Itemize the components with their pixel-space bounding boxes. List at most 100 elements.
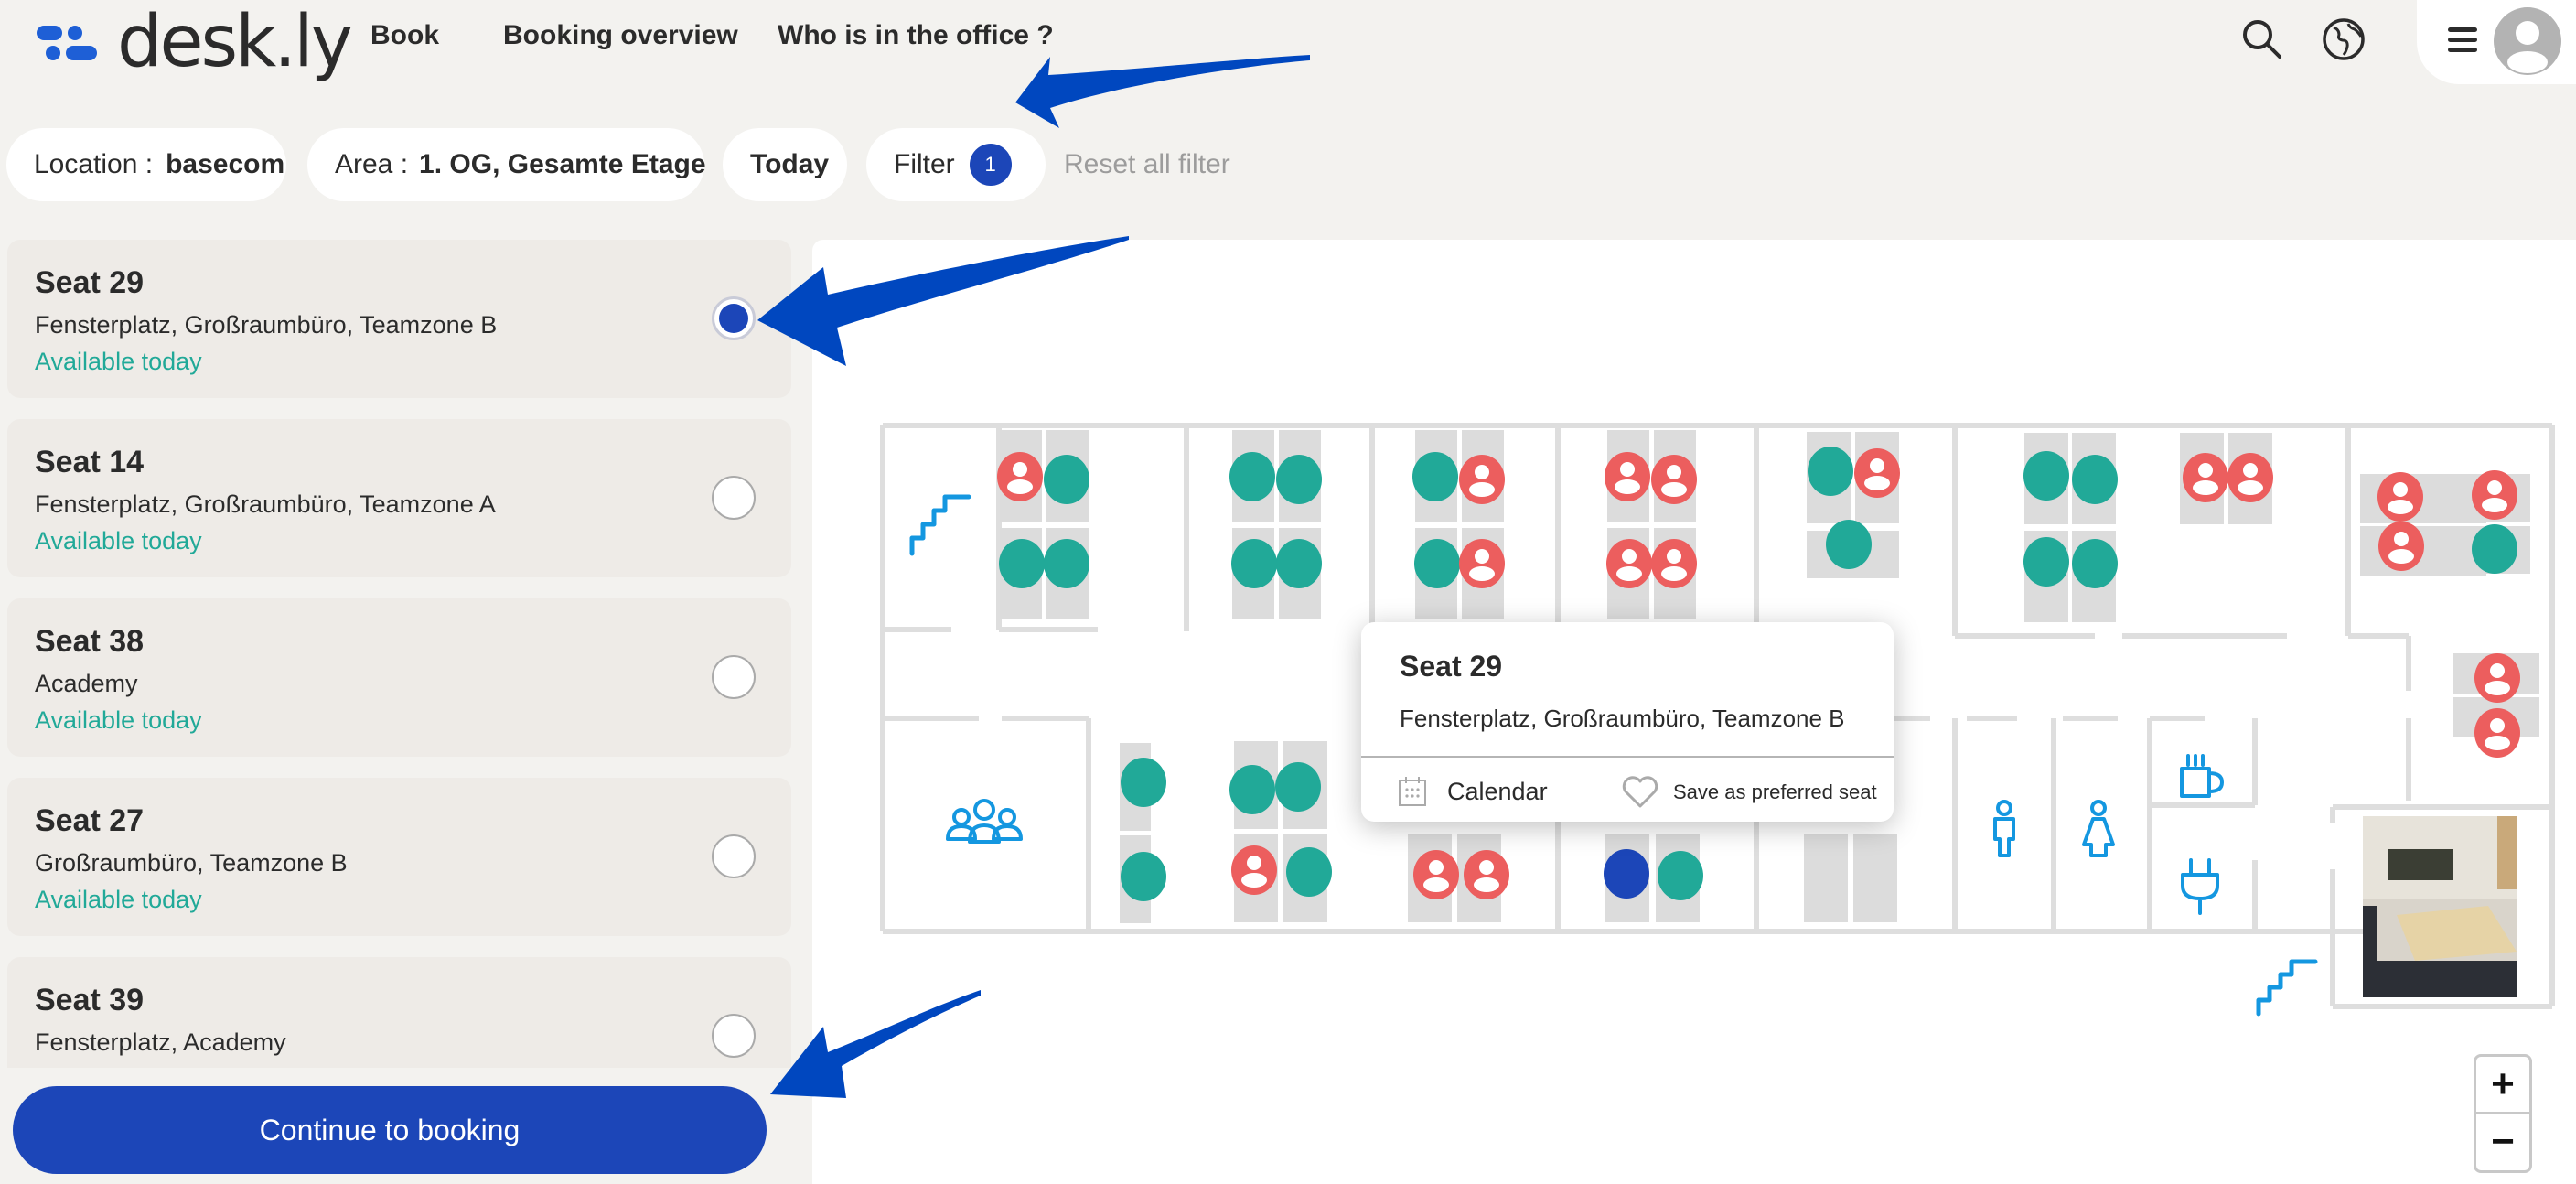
seat-marker-available[interactable]: [2023, 451, 2069, 501]
seat-radio[interactable]: [712, 655, 756, 699]
seat-radio-selected[interactable]: [712, 296, 756, 340]
person-icon: [1007, 479, 1033, 494]
seat-list[interactable]: Seat 29 Fensterplatz, Großraumbüro, Team…: [0, 240, 805, 1068]
seat-list-item[interactable]: Seat 29 Fensterplatz, Großraumbüro, Team…: [7, 240, 791, 398]
filter-label: Filter: [894, 149, 955, 179]
seat-description: Academy: [35, 670, 138, 697]
date-value: Today: [750, 149, 830, 179]
conference-room-photo: [2363, 816, 2517, 997]
seat-list-item[interactable]: Seat 14 Fensterplatz, Großraumbüro, Team…: [7, 419, 791, 577]
calendar-button[interactable]: Calendar: [1398, 776, 1548, 807]
stairs-icon: [909, 494, 971, 556]
seat-marker-available[interactable]: [1229, 452, 1275, 501]
seat-title: Seat 14: [35, 445, 145, 479]
area-label: Area :: [335, 149, 409, 179]
seat-description: Fensterplatz, Großraumbüro, Teamzone B: [35, 311, 498, 339]
seat-marker-available[interactable]: [1231, 539, 1277, 588]
continue-to-booking-button[interactable]: Continue to booking: [13, 1086, 767, 1174]
seat-marker-available[interactable]: [1412, 452, 1458, 501]
logo-mark-icon: [37, 22, 108, 62]
seat-marker-available[interactable]: [2472, 524, 2517, 574]
person-icon: [1013, 462, 1027, 477]
male-restroom-icon: [1993, 817, 2015, 857]
person-icon: [1469, 482, 1495, 497]
filter-button[interactable]: Filter 1: [866, 128, 1046, 201]
person-icon: [1870, 458, 1884, 473]
seat-radio[interactable]: [712, 834, 756, 878]
seat-marker-available[interactable]: [1121, 852, 1166, 901]
globe-icon[interactable]: [2321, 16, 2367, 62]
nav-book[interactable]: Book: [370, 20, 439, 51]
person-icon: [2193, 480, 2218, 495]
person-icon: [1474, 877, 1499, 892]
seat-availability: Available today: [35, 886, 202, 913]
avatar[interactable]: [2494, 7, 2561, 75]
person-icon: [1667, 549, 1681, 564]
meeting-room-icon: [946, 823, 1023, 844]
location-filter[interactable]: Location : basecom: [6, 128, 286, 201]
person-icon: [2198, 463, 2213, 478]
zoom-out-button[interactable]: −: [2476, 1114, 2529, 1170]
nav-who-is-in-office[interactable]: Who is in the office ?: [778, 20, 1054, 51]
person-icon: [2238, 480, 2263, 495]
tooltip-title: Seat 29: [1400, 650, 1503, 683]
person-icon: [1661, 482, 1687, 497]
calendar-icon: [1399, 777, 1426, 806]
seat-title: Seat 39: [35, 983, 145, 1017]
search-icon[interactable]: [2239, 16, 2285, 62]
person-icon: [2388, 549, 2414, 564]
power-plug-icon: [2181, 858, 2219, 915]
seat-title: Seat 29: [35, 265, 145, 300]
seat-list-item[interactable]: Seat 39 Fensterplatz, Academy: [7, 957, 791, 1068]
person-icon: [1475, 549, 1489, 564]
location-label: Location :: [34, 149, 154, 179]
person-icon: [1661, 566, 1687, 581]
person-icon: [2394, 532, 2409, 546]
seat-marker-available[interactable]: [1121, 758, 1166, 807]
seat-description: Fensterplatz, Großraumbüro, Teamzone A: [35, 490, 496, 518]
person-icon: [1864, 476, 1890, 490]
seat-list-item[interactable]: Seat 27 Großraumbüro, Teamzone B Availab…: [7, 778, 791, 936]
menu-icon[interactable]: [2448, 27, 2477, 53]
person-icon: [2388, 500, 2413, 514]
seat-radio[interactable]: [712, 1014, 756, 1058]
seat-marker-available[interactable]: [1808, 447, 1853, 496]
user-menu[interactable]: [2417, 0, 2576, 84]
seat-marker-available[interactable]: [2072, 455, 2118, 504]
seat-marker-available[interactable]: [1658, 851, 1703, 900]
annotation-arrow-filter: [1015, 55, 1310, 128]
seat-marker-available[interactable]: [1276, 455, 1322, 504]
seat-marker-available[interactable]: [2072, 539, 2118, 588]
seat-marker-available[interactable]: [999, 539, 1045, 588]
seat-availability: Available today: [35, 706, 202, 734]
seat-marker-available[interactable]: [2023, 537, 2069, 587]
seat-marker-available[interactable]: [1286, 847, 1332, 897]
seat-availability: Available today: [35, 348, 202, 375]
seat-marker-available[interactable]: [1826, 520, 1872, 569]
seat-marker-available[interactable]: [1276, 539, 1322, 588]
seat-marker-selected[interactable]: [1604, 849, 1649, 899]
meeting-room-icon: [973, 799, 995, 821]
seat-marker-available[interactable]: [1044, 539, 1089, 588]
logo[interactable]: desk.ly: [37, 5, 353, 79]
person-icon: [2485, 736, 2510, 750]
save-preferred-seat-button[interactable]: Save as preferred seat: [1622, 776, 1877, 809]
date-filter[interactable]: Today: [723, 128, 847, 201]
reset-filters-link[interactable]: Reset all filter: [1064, 149, 1230, 180]
nav-booking-overview[interactable]: Booking overview: [503, 20, 738, 51]
person-icon: [1615, 479, 1640, 494]
seat-marker-available[interactable]: [1275, 762, 1321, 812]
zoom-in-button[interactable]: +: [2476, 1057, 2529, 1114]
seat-list-item[interactable]: Seat 38 Academy Available today: [7, 598, 791, 757]
location-value: basecom: [166, 149, 285, 179]
desk: [1804, 834, 1848, 922]
seat-marker-available[interactable]: [1229, 765, 1275, 814]
tooltip-divider: [1361, 756, 1894, 758]
seat-radio[interactable]: [712, 476, 756, 520]
person-icon: [1429, 860, 1444, 875]
female-restroom-icon: [2090, 800, 2107, 816]
stairs-icon: [2256, 959, 2318, 1017]
area-filter[interactable]: Area : 1. OG, Gesamte Etage: [307, 128, 706, 201]
seat-marker-available[interactable]: [1414, 539, 1460, 588]
seat-marker-available[interactable]: [1044, 455, 1089, 504]
